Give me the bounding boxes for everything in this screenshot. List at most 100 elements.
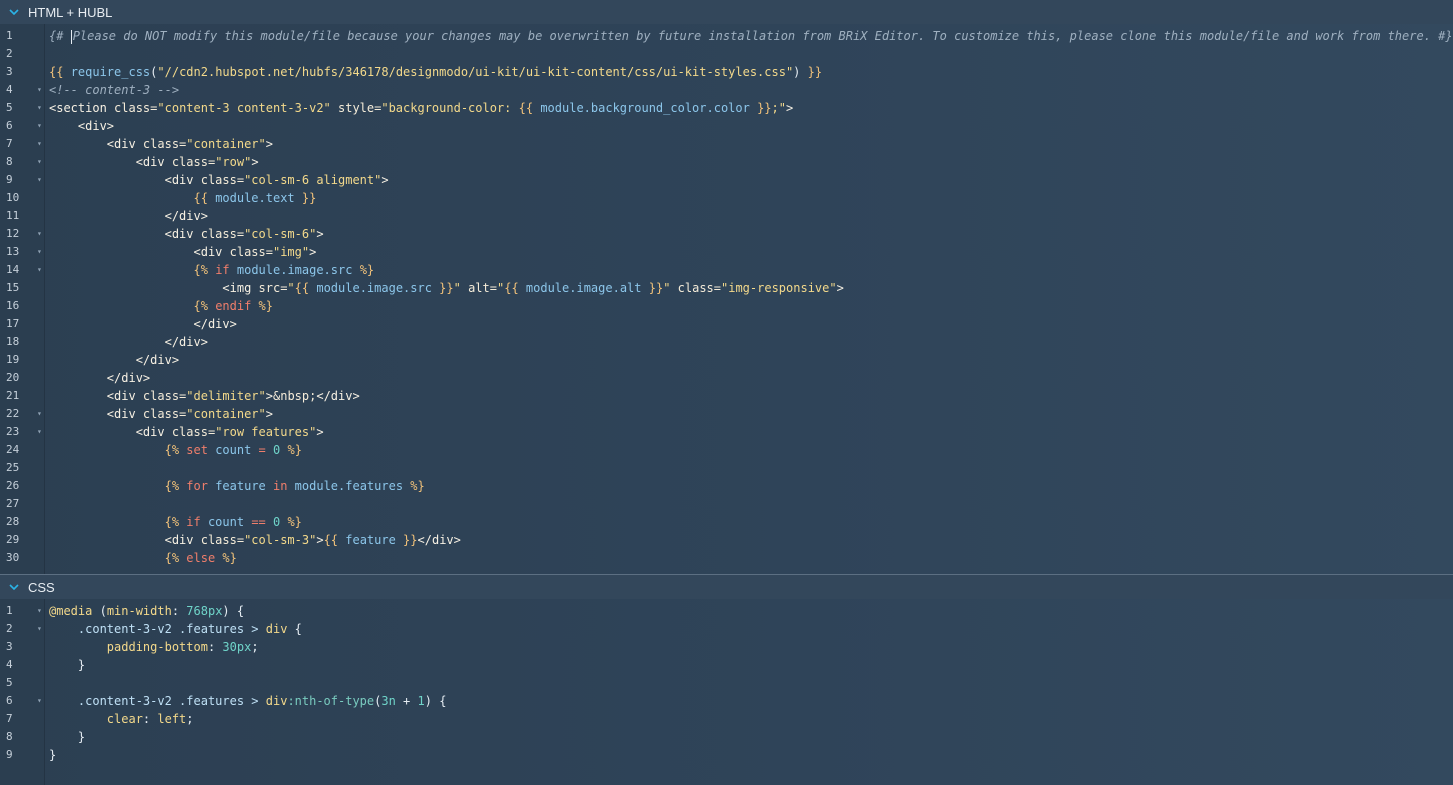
code-line[interactable]: 3 padding-bottom: 30px; xyxy=(0,638,1453,656)
code-line[interactable]: 4 } xyxy=(0,656,1453,674)
code-line[interactable]: 4 ▾ <!-- content-3 --> xyxy=(0,81,1453,99)
code-line[interactable]: 19 </div> xyxy=(0,351,1453,369)
code-line[interactable]: 3 {{ require_css("//cdn2.hubspot.net/hubf… xyxy=(0,63,1453,81)
code-line[interactable]: 15 <img src="{{ module.image.src }}" alt… xyxy=(0,279,1453,297)
css-code-editor[interactable]: 1 ▾ @media (min-width: 768px) {2 ▾ .content… xyxy=(0,599,1453,785)
line-number: 22 ▾ xyxy=(0,405,44,423)
code-text: <div> xyxy=(44,117,114,135)
html-panel-header[interactable]: HTML + HUBL xyxy=(0,0,1453,24)
code-token: feature xyxy=(207,479,266,493)
fold-arrow-icon[interactable]: ▾ xyxy=(37,117,42,135)
code-line[interactable]: 30 {% else %} xyxy=(0,549,1453,567)
code-token: {{ xyxy=(193,191,216,205)
code-line[interactable]: 7 clear: left; xyxy=(0,710,1453,728)
code-token: "delimiter" xyxy=(186,389,266,403)
line-number: 10 xyxy=(0,189,44,207)
code-line[interactable]: 6 ▾ .content-3-v2 .features > div:nth-of-… xyxy=(0,692,1453,710)
code-text: } xyxy=(44,656,85,674)
code-line[interactable]: 1 {# Please do NOT modify this module/fil… xyxy=(0,27,1453,45)
code-token: if xyxy=(186,515,201,529)
code-token: > xyxy=(265,389,273,403)
code-line[interactable]: 11 </div> xyxy=(0,207,1453,225)
code-token: 768px xyxy=(186,604,223,618)
code-token: : xyxy=(207,640,223,654)
fold-arrow-icon[interactable]: ▾ xyxy=(37,620,42,638)
code-line[interactable]: 17 </div> xyxy=(0,315,1453,333)
fold-arrow-icon[interactable]: ▾ xyxy=(37,243,42,261)
line-number-text: 11 xyxy=(6,209,20,222)
code-line[interactable]: 6 ▾ <div> xyxy=(0,117,1453,135)
line-number-text: 30 xyxy=(6,551,20,564)
code-token: class= xyxy=(200,533,245,547)
code-text: <div class="container"> xyxy=(44,405,273,423)
code-line[interactable]: 22 ▾ <div class="container"> xyxy=(0,405,1453,423)
code-line[interactable]: 16 {% endif %} xyxy=(0,297,1453,315)
code-line[interactable]: 5 xyxy=(0,674,1453,692)
code-token: > xyxy=(316,533,324,547)
fold-arrow-icon[interactable]: ▾ xyxy=(37,261,42,279)
code-token: :nth-of-type xyxy=(287,694,375,708)
line-number: 18 xyxy=(0,333,44,351)
fold-arrow-icon[interactable]: ▾ xyxy=(37,81,42,99)
code-token: "row" xyxy=(215,155,252,169)
code-line[interactable]: 26 {% for feature in module.features %} xyxy=(0,477,1453,495)
code-token: "row features" xyxy=(215,425,317,439)
code-token: </div> xyxy=(106,371,151,385)
fold-arrow-icon[interactable]: ▾ xyxy=(37,135,42,153)
code-token: } xyxy=(49,658,86,672)
code-line[interactable]: 28 {% if count == 0 %} xyxy=(0,513,1453,531)
code-line[interactable]: 23 ▾ <div class="row features"> xyxy=(0,423,1453,441)
code-token: Please do NOT modify this module/file be… xyxy=(72,29,1453,43)
code-line[interactable]: 8 ▾ <div class="row"> xyxy=(0,153,1453,171)
code-token: <section xyxy=(49,101,115,115)
line-number: 9 ▾ xyxy=(0,171,44,189)
code-line[interactable]: 21 <div class="delimiter">&nbsp;</div> xyxy=(0,387,1453,405)
code-line[interactable]: 12 ▾ <div class="col-sm-6"> xyxy=(0,225,1453,243)
code-line[interactable]: 25 xyxy=(0,459,1453,477)
chevron-down-icon[interactable] xyxy=(0,584,28,590)
code-line[interactable]: 18 </div> xyxy=(0,333,1453,351)
code-text: {{ module.text }} xyxy=(44,189,317,207)
code-line[interactable]: 9} xyxy=(0,746,1453,764)
chevron-down-icon[interactable] xyxy=(0,9,28,15)
code-token: ( xyxy=(92,604,107,618)
code-line[interactable]: 9 ▾ <div class="col-sm-6 aligment"> xyxy=(0,171,1453,189)
line-number: 16 xyxy=(0,297,44,315)
fold-arrow-icon[interactable]: ▾ xyxy=(37,602,42,620)
code-line[interactable]: 20 </div> xyxy=(0,369,1453,387)
code-line[interactable]: 24 {% set count = 0 %} xyxy=(0,441,1453,459)
code-line[interactable]: 27 xyxy=(0,495,1453,513)
code-line[interactable]: 8 } xyxy=(0,728,1453,746)
fold-arrow-icon[interactable]: ▾ xyxy=(37,99,42,117)
code-token: %} xyxy=(280,443,302,457)
code-token: {% xyxy=(193,299,216,313)
line-number: 28 xyxy=(0,513,44,531)
code-line[interactable]: 10 {{ module.text }} xyxy=(0,189,1453,207)
code-text: {% set count = 0 %} xyxy=(44,441,302,459)
code-line[interactable]: 14 ▾ {% if module.image.src %} xyxy=(0,261,1453,279)
fold-arrow-icon[interactable]: ▾ xyxy=(37,153,42,171)
code-line[interactable]: 2 xyxy=(0,45,1453,63)
code-line[interactable]: 13 ▾ <div class="img"> xyxy=(0,243,1453,261)
code-token: count xyxy=(200,515,245,529)
line-number-text: 4 xyxy=(6,658,13,671)
css-panel-header[interactable]: CSS xyxy=(0,575,1453,599)
fold-arrow-icon[interactable]: ▾ xyxy=(37,171,42,189)
code-token: class= xyxy=(171,425,216,439)
line-number-text: 25 xyxy=(6,461,20,474)
fold-arrow-icon[interactable]: ▾ xyxy=(37,423,42,441)
code-line[interactable]: 29 <div class="col-sm-3">{{ feature }}</… xyxy=(0,531,1453,549)
html-code-editor[interactable]: 1 {# Please do NOT modify this module/fil… xyxy=(0,24,1453,575)
code-line[interactable]: 5 ▾ <section class="content-3 content-3-v2… xyxy=(0,99,1453,117)
line-number-text: 22 xyxy=(6,407,20,420)
code-line[interactable]: 7 ▾ <div class="container"> xyxy=(0,135,1453,153)
fold-arrow-icon[interactable]: ▾ xyxy=(37,405,42,423)
code-line[interactable]: 2 ▾ .content-3-v2 .features > div { xyxy=(0,620,1453,638)
fold-arrow-icon[interactable]: ▾ xyxy=(37,692,42,710)
code-line[interactable]: 1 ▾ @media (min-width: 768px) { xyxy=(0,602,1453,620)
code-text: <div class="container"> xyxy=(44,135,273,153)
fold-arrow-icon[interactable]: ▾ xyxy=(37,225,42,243)
